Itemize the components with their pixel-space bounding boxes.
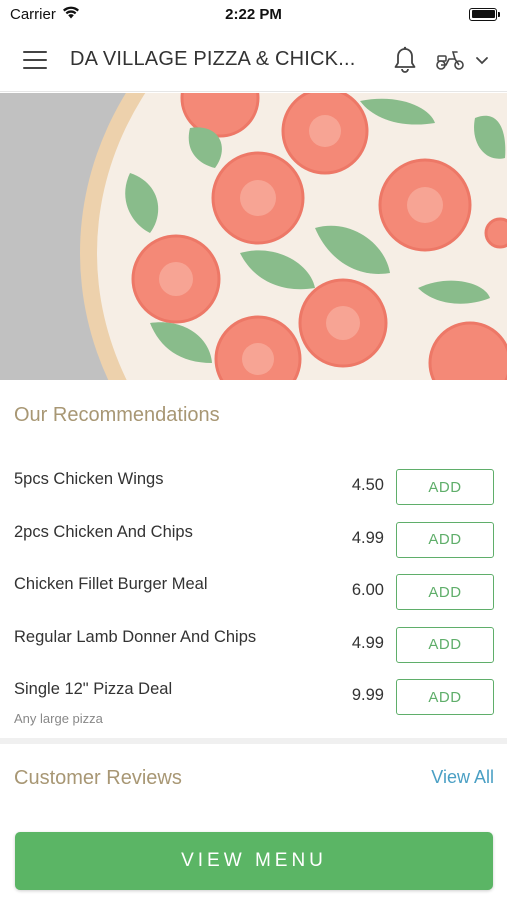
status-right: [469, 7, 500, 21]
item-price: 4.99: [351, 528, 384, 547]
add-button[interactable]: ADD: [396, 679, 494, 715]
wifi-icon: [62, 6, 80, 23]
add-button[interactable]: ADD: [396, 626, 494, 663]
reviews-title: Customer Reviews: [14, 767, 182, 789]
list-item: Chicken Fillet Burger Meal 6.00 ADD: [0, 569, 507, 622]
scooter-icon: [436, 50, 464, 70]
view-all-link[interactable]: View All: [431, 767, 494, 788]
recommendations-list: 5pcs Chicken Wings 4.50 ADD 2pcs Chicken…: [0, 464, 507, 727]
bell-icon: [394, 46, 416, 73]
item-name: Regular Lamb Donner And Chips: [14, 627, 257, 646]
carrier-label: Carrier: [10, 5, 56, 23]
item-price: 4.50: [351, 476, 384, 494]
list-item: 2pcs Chicken And Chips 4.99 ADD: [0, 517, 507, 570]
item-name: Single 12" Pizza Deal: [14, 680, 173, 698]
delivery-mode-button[interactable]: [435, 49, 489, 71]
battery-icon: [469, 7, 500, 21]
item-name: 5pcs Chicken Wings: [14, 470, 164, 488]
item-price: 6.00: [351, 581, 384, 599]
item-subtitle: Any large pizza: [14, 711, 103, 726]
chevron-down-icon: [476, 56, 488, 64]
list-item: Regular Lamb Donner And Chips 4.99 ADD: [0, 622, 507, 675]
recommendations-title: Our Recommendations: [14, 404, 220, 426]
header-actions: [393, 46, 507, 74]
add-button[interactable]: ADD: [396, 574, 494, 610]
add-button[interactable]: ADD: [396, 469, 494, 505]
list-item: 5pcs Chicken Wings 4.50 ADD: [0, 464, 507, 517]
section-divider: [0, 738, 507, 744]
status-left: Carrier: [10, 6, 80, 23]
item-name: 2pcs Chicken And Chips: [14, 522, 193, 541]
list-item: Single 12" Pizza Deal Any large pizza 9.…: [0, 674, 507, 727]
app-header: DA VILLAGE PIZZA & CHICK...: [0, 28, 507, 92]
menu-icon: [23, 50, 47, 69]
add-button[interactable]: ADD: [396, 521, 494, 558]
notifications-button[interactable]: [393, 46, 417, 74]
item-name: Chicken Fillet Burger Meal: [14, 575, 208, 593]
view-menu-button[interactable]: VIEW MENU: [15, 832, 493, 890]
item-price: 9.99: [351, 686, 384, 704]
pizza-image: [0, 93, 507, 380]
store-title: DA VILLAGE PIZZA & CHICK...: [70, 48, 356, 70]
status-bar: Carrier 2:22 PM: [0, 0, 507, 28]
menu-button[interactable]: [0, 28, 70, 92]
item-price: 4.99: [351, 633, 384, 652]
